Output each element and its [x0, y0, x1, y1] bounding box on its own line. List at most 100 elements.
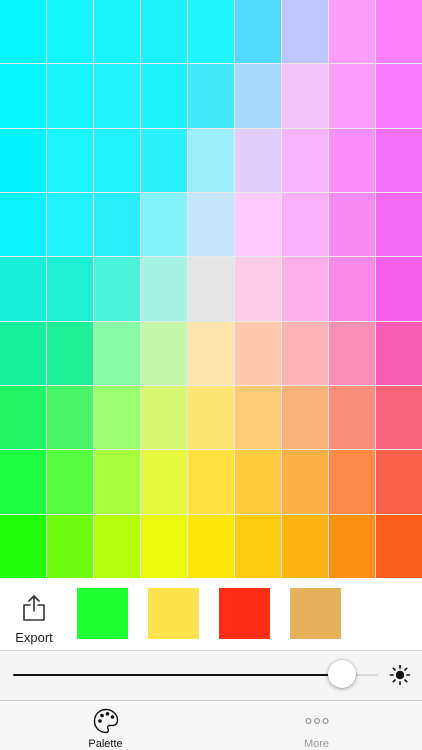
palette-cell[interactable]: [329, 257, 375, 321]
palette-cell[interactable]: [188, 257, 234, 321]
palette-cell[interactable]: [141, 192, 187, 257]
palette-cell[interactable]: [141, 514, 187, 578]
palette-cell[interactable]: [282, 385, 328, 450]
palette-cell[interactable]: [282, 128, 328, 192]
saved-swatch-2[interactable]: [148, 588, 199, 639]
palette-cell[interactable]: [188, 0, 234, 64]
palette-cell[interactable]: [0, 257, 46, 321]
palette-cell[interactable]: [0, 385, 46, 450]
palette-cell[interactable]: [0, 321, 46, 385]
palette-cell[interactable]: [0, 128, 46, 192]
palette-cell[interactable]: [0, 450, 46, 514]
palette-cell[interactable]: [235, 257, 281, 321]
palette-cell[interactable]: [141, 385, 187, 450]
palette-cell[interactable]: [47, 128, 93, 192]
palette-cell[interactable]: [376, 514, 422, 578]
palette-cell[interactable]: [282, 450, 328, 514]
palette-cell[interactable]: [188, 514, 234, 578]
color-palette-grid: [0, 0, 422, 578]
palette-cell[interactable]: [282, 514, 328, 578]
palette-cell[interactable]: [94, 321, 140, 385]
palette-cell[interactable]: [235, 385, 281, 450]
palette-cell[interactable]: [235, 64, 281, 128]
palette-cell[interactable]: [235, 450, 281, 514]
palette-cell[interactable]: [376, 0, 422, 64]
palette-cell[interactable]: [376, 64, 422, 128]
brightness-slider-track[interactable]: [13, 674, 378, 676]
export-label: Export: [15, 630, 53, 645]
palette-cell[interactable]: [235, 321, 281, 385]
palette-cell[interactable]: [47, 192, 93, 257]
palette-cell[interactable]: [94, 385, 140, 450]
palette-cell[interactable]: [235, 514, 281, 578]
palette-cell[interactable]: [282, 192, 328, 257]
palette-cell[interactable]: [141, 257, 187, 321]
palette-cell[interactable]: [376, 257, 422, 321]
tab-palette[interactable]: Palette: [0, 701, 211, 750]
palette-cell[interactable]: [235, 192, 281, 257]
palette-cell[interactable]: [329, 128, 375, 192]
palette-cell[interactable]: [329, 192, 375, 257]
tab-more-label: More: [303, 738, 330, 750]
palette-cell[interactable]: [188, 64, 234, 128]
palette-cell[interactable]: [47, 385, 93, 450]
palette-cell[interactable]: [94, 257, 140, 321]
palette-cell[interactable]: [47, 0, 93, 64]
palette-cell[interactable]: [188, 192, 234, 257]
app-root: Export Palette More: [0, 0, 422, 750]
palette-cell[interactable]: [188, 321, 234, 385]
saved-swatch-4[interactable]: [290, 588, 341, 639]
palette-cell[interactable]: [329, 321, 375, 385]
palette-cell[interactable]: [0, 514, 46, 578]
palette-cell[interactable]: [376, 385, 422, 450]
palette-cell[interactable]: [282, 321, 328, 385]
palette-cell[interactable]: [141, 128, 187, 192]
tab-more[interactable]: More: [211, 701, 422, 750]
palette-cell[interactable]: [0, 64, 46, 128]
palette-cell[interactable]: [329, 450, 375, 514]
palette-cell[interactable]: [188, 128, 234, 192]
palette-cell[interactable]: [329, 514, 375, 578]
tab-palette-label: Palette: [88, 738, 123, 750]
palette-cell[interactable]: [329, 64, 375, 128]
palette-cell[interactable]: [141, 64, 187, 128]
palette-cell[interactable]: [376, 192, 422, 257]
palette-cell[interactable]: [94, 192, 140, 257]
palette-cell[interactable]: [94, 128, 140, 192]
palette-cell[interactable]: [188, 450, 234, 514]
palette-cell[interactable]: [141, 450, 187, 514]
palette-icon: [93, 708, 118, 734]
palette-cell[interactable]: [282, 257, 328, 321]
palette-cell[interactable]: [141, 0, 187, 64]
palette-cell[interactable]: [0, 192, 46, 257]
palette-cell[interactable]: [376, 450, 422, 514]
palette-cell[interactable]: [94, 64, 140, 128]
palette-cell[interactable]: [47, 64, 93, 128]
palette-cell[interactable]: [235, 0, 281, 64]
palette-cell[interactable]: [94, 450, 140, 514]
palette-cell[interactable]: [329, 0, 375, 64]
more-icon: [304, 717, 329, 725]
palette-cell[interactable]: [235, 128, 281, 192]
export-button[interactable]: Export: [8, 594, 60, 646]
palette-cell[interactable]: [329, 385, 375, 450]
palette-cell[interactable]: [282, 0, 328, 64]
palette-cell[interactable]: [188, 385, 234, 450]
palette-cell[interactable]: [47, 321, 93, 385]
palette-cell[interactable]: [0, 0, 46, 64]
palette-cell[interactable]: [141, 321, 187, 385]
palette-cell[interactable]: [376, 128, 422, 192]
palette-cell[interactable]: [282, 64, 328, 128]
palette-cell[interactable]: [47, 450, 93, 514]
palette-cell[interactable]: [94, 514, 140, 578]
saved-swatch-3[interactable]: [219, 588, 270, 639]
brightness-slider-thumb[interactable]: [327, 660, 356, 688]
palette-cell[interactable]: [94, 0, 140, 64]
tab-bar: Palette More: [0, 700, 422, 750]
brightness-slider-area: [0, 650, 422, 700]
palette-cell[interactable]: [47, 257, 93, 321]
saved-swatch-1[interactable]: [77, 588, 128, 639]
palette-cell[interactable]: [376, 321, 422, 385]
palette-cell[interactable]: [47, 514, 93, 578]
share-icon: [23, 595, 45, 621]
